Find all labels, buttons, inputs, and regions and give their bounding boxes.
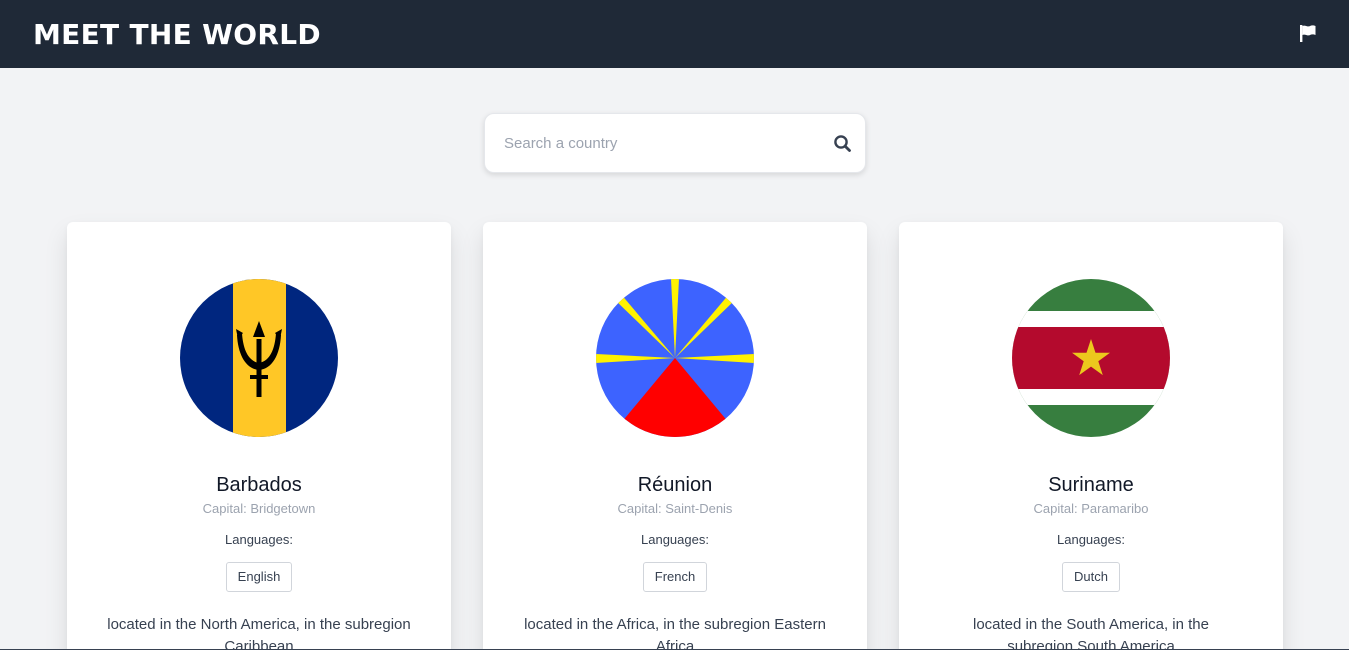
country-capital: Capital: Paramaribo (1033, 501, 1149, 516)
barbados-flag-icon (180, 279, 338, 437)
app-title[interactable]: MEET THE WORLD (33, 17, 321, 53)
country-description: located in the North America, in the sub… (107, 616, 411, 650)
languages-label: Languages: (225, 532, 293, 547)
suriname-flag-icon (1012, 279, 1170, 437)
country-capital: Capital: Saint-Denis (617, 501, 733, 516)
search-icon[interactable] (833, 134, 853, 154)
flag-icon[interactable] (1297, 24, 1319, 44)
country-card-suriname[interactable]: Suriname Capital: Paramaribo Languages: … (899, 222, 1283, 650)
country-capital: Capital: Bridgetown (202, 501, 316, 516)
country-description: located in the Africa, in the subregion … (524, 616, 826, 650)
country-name: Réunion (637, 474, 713, 496)
languages-label: Languages: (1057, 532, 1125, 547)
reunion-flag-icon (596, 279, 754, 437)
languages-list: Dutch (899, 562, 1283, 592)
languages-list: English (67, 562, 451, 592)
language-badge[interactable]: English (225, 562, 293, 592)
search-box (484, 113, 866, 173)
language-badge[interactable]: Dutch (1062, 562, 1120, 592)
country-card-reunion[interactable]: Réunion Capital: Saint-Denis Languages: … (483, 222, 867, 650)
country-name: Barbados (216, 474, 302, 496)
country-description: located in the South America, in the sub… (973, 616, 1209, 650)
languages-list: French (483, 562, 867, 592)
language-badge[interactable]: French (642, 562, 708, 592)
languages-label: Languages: (641, 532, 709, 547)
country-name: Suriname (1048, 474, 1134, 496)
country-card-barbados[interactable]: Barbados Capital: Bridgetown Languages: … (67, 222, 451, 650)
search-input[interactable] (485, 114, 815, 172)
top-navbar: MEET THE WORLD (0, 0, 1349, 68)
